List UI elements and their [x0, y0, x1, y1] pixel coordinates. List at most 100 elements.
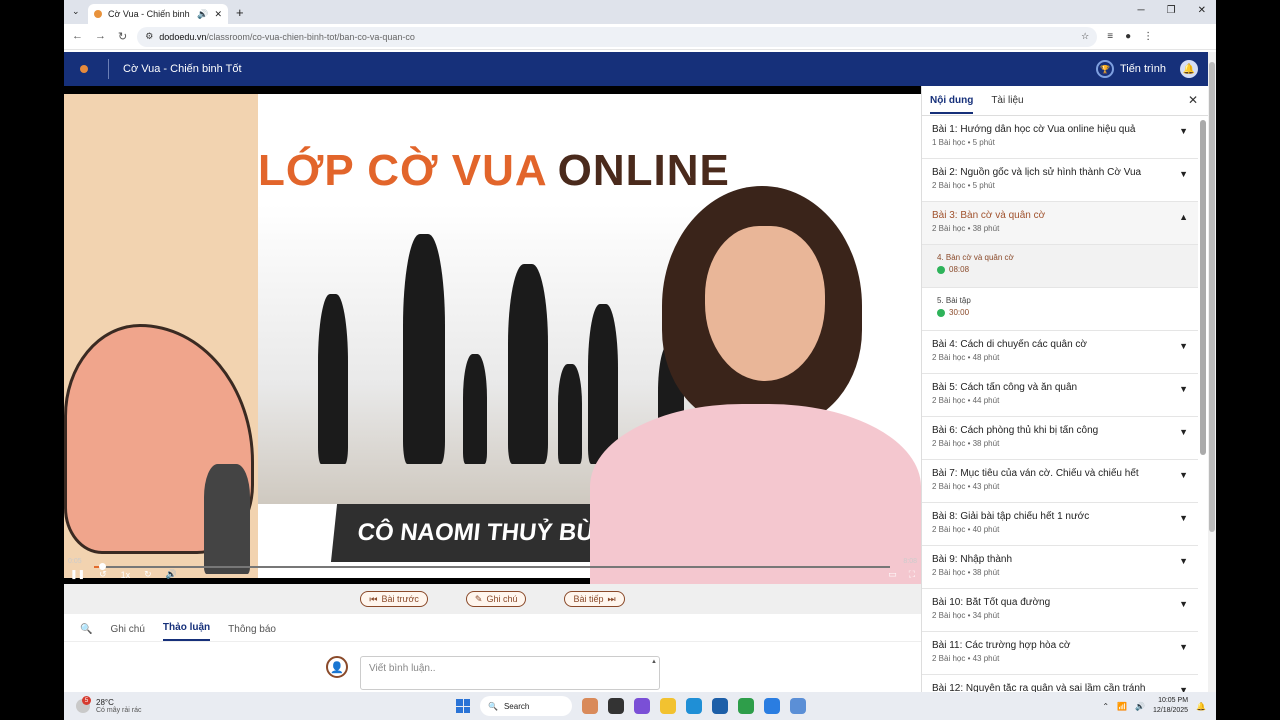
lesson-item[interactable]: Bài 7: Mục tiêu của ván cờ. Chiếu và chi…	[922, 460, 1198, 503]
fullscreen-icon[interactable]: ⛶	[909, 569, 915, 580]
url-field[interactable]: ⚙ dodoedu.vn/classroom/co-vua-chien-binh…	[137, 26, 1098, 47]
window-controls: ─ ❐ ✕	[1138, 5, 1206, 16]
extension-icon[interactable]: ●	[1125, 31, 1131, 42]
discussion-tabs: 🔍 Ghi chú Thảo luận Thông báo	[64, 614, 921, 642]
page-scrollbar[interactable]	[1208, 52, 1216, 692]
tab-strip: ⌄ Cờ Vua - Chiến binh Tốt 🔊 ✕ + ─ ❐ ✕	[64, 0, 1216, 24]
close-window-icon[interactable]: ✕	[1198, 5, 1206, 16]
site-info-icon[interactable]: ⚙	[145, 31, 153, 42]
sublesson-item-current[interactable]: 4. Bàn cờ và quân cờ 08:08	[922, 245, 1198, 288]
tab-search-icon[interactable]: ⌄	[72, 6, 80, 17]
edge-icon[interactable]	[686, 698, 702, 714]
menu-icon[interactable]: ⋮	[1143, 31, 1153, 42]
check-icon	[937, 308, 945, 317]
task-view-icon[interactable]	[608, 698, 624, 714]
scroll-up-icon[interactable]: ▲	[651, 659, 657, 665]
reload-icon[interactable]: ↻	[118, 30, 127, 43]
pip-icon[interactable]: ▭	[888, 569, 897, 580]
restore-icon[interactable]: ❐	[1167, 5, 1176, 16]
comment-area: 👤 Viết bình luận.. ▲	[326, 656, 660, 690]
trophy-icon: 🏆	[1095, 60, 1114, 78]
forward-skip-icon[interactable]: ↻	[144, 569, 152, 580]
notification-icon[interactable]: 🔔	[1196, 702, 1206, 711]
tab-discussion[interactable]: Thảo luận	[162, 622, 211, 641]
video-frame: LỚP CỜ VUA ONLINE CÔ NAOMI THUỶ BÙI	[64, 94, 921, 584]
browser-tab[interactable]: Cờ Vua - Chiến binh Tốt 🔊 ✕	[88, 4, 228, 24]
next-lesson-button[interactable]: Bài tiếp ⏭	[564, 591, 625, 607]
snipping-icon[interactable]	[790, 698, 806, 714]
copilot-icon[interactable]	[634, 698, 650, 714]
address-bar-row: ← → ↻ ⚙ dodoedu.vn/classroom/co-vua-chie…	[64, 24, 1216, 50]
back-icon[interactable]: ←	[72, 30, 83, 43]
lesson-list: Bài 1: Hướng dẫn học cờ Vua online hiệu …	[922, 116, 1198, 718]
start-icon[interactable]	[456, 699, 470, 713]
comment-input[interactable]: Viết bình luận.. ▲	[360, 656, 660, 690]
lesson-item[interactable]: Bài 11: Các trường hợp hòa cờ 2 Bài học •…	[922, 632, 1198, 675]
chrome-icon[interactable]	[738, 698, 754, 714]
tab-announcements[interactable]: Thông báo	[228, 624, 276, 641]
instructor-name: CÔ NAOMI THUỶ BÙI	[330, 504, 628, 562]
chevron-up-icon[interactable]: ⌃	[1102, 702, 1109, 711]
lesson-item[interactable]: Bài 2: Nguồn gốc và lịch sử hình thành C…	[922, 159, 1198, 202]
chevron-up-icon[interactable]: ▲	[1179, 212, 1188, 222]
chevron-down-icon[interactable]: ▼	[1179, 427, 1188, 437]
lesson-item[interactable]: Bài 4: Cách di chuyển các quân cờ 2 Bài h…	[922, 331, 1198, 374]
search-icon[interactable]: 🔍	[80, 624, 92, 641]
tab-notes[interactable]: Ghi chú	[110, 624, 144, 641]
notes-button[interactable]: ✎ Ghi chú	[465, 591, 527, 607]
lesson-item[interactable]: Bài 5: Cách tấn công và ăn quân 2 Bài học…	[922, 374, 1198, 417]
new-tab-button[interactable]: +	[236, 5, 244, 20]
progress-button[interactable]: 🏆 Tiến trình	[1095, 60, 1166, 78]
lesson-item[interactable]: Bài 1: Hướng dẫn học cờ Vua online hiệu …	[922, 116, 1198, 159]
lesson-item[interactable]: Bài 9: Nhập thành 2 Bài học • 38 phút ▼	[922, 546, 1198, 589]
instructor-image	[590, 186, 921, 584]
rewind-icon[interactable]: ↺	[99, 569, 107, 580]
speaker-icon[interactable]: 🔊	[197, 9, 208, 20]
progress-label: Tiến trình	[1119, 63, 1166, 75]
widget-icon[interactable]	[582, 698, 598, 714]
bookmark-star-icon[interactable]: ☆	[1081, 31, 1089, 42]
pause-icon[interactable]: ❚❚	[70, 569, 85, 580]
close-sidebar-icon[interactable]: ✕	[1188, 93, 1198, 107]
chevron-down-icon[interactable]: ▼	[1179, 642, 1188, 652]
media-controls-icon[interactable]: ≡	[1107, 31, 1113, 42]
sidebar-scrollbar[interactable]	[1200, 120, 1206, 686]
volume-icon[interactable]: 🔊	[1135, 702, 1145, 711]
notification-bell-icon[interactable]: 🔔	[1180, 60, 1198, 78]
chevron-down-icon[interactable]: ▼	[1179, 169, 1188, 179]
temperature: 28°C	[96, 698, 114, 707]
weather-widget[interactable]: 5 28°C Có mây rải rác	[76, 696, 142, 714]
taskbar-search[interactable]: 🔍 Search	[480, 696, 572, 716]
check-icon	[937, 265, 945, 274]
cloud-icon: 5	[76, 696, 91, 713]
file-explorer-icon[interactable]	[660, 698, 676, 714]
tab-content[interactable]: Nội dung	[930, 87, 974, 114]
chevron-down-icon[interactable]: ▼	[1179, 341, 1188, 351]
chevron-down-icon[interactable]: ▼	[1179, 470, 1188, 480]
lesson-item[interactable]: Bài 8: Giải bài tập chiếu hết 1 nước 2 Bà…	[922, 503, 1198, 546]
seek-bar[interactable]	[94, 563, 890, 570]
chevron-down-icon[interactable]: ▼	[1179, 599, 1188, 609]
sublesson-item[interactable]: 5. Bài tập 30:00	[922, 288, 1198, 331]
close-tab-icon[interactable]: ✕	[214, 9, 222, 20]
lesson-item[interactable]: Bài 6: Cách phòng thủ khi bị tấn công 2 B…	[922, 417, 1198, 460]
chevron-down-icon[interactable]: ▼	[1179, 126, 1188, 136]
volume-icon[interactable]: 🔊	[166, 569, 177, 580]
lesson-item[interactable]: Bài 10: Bắt Tốt qua đường 2 Bài học • 34 …	[922, 589, 1198, 632]
speed-button[interactable]: 1x	[121, 570, 131, 580]
zalo-icon[interactable]	[764, 698, 780, 714]
forward-icon[interactable]: →	[95, 30, 106, 43]
store-icon[interactable]	[712, 698, 728, 714]
prev-lesson-button[interactable]: ⏮ Bài trước	[360, 591, 428, 607]
logo-icon[interactable]	[80, 65, 88, 73]
tab-documents[interactable]: Tài liệu	[991, 95, 1023, 106]
lesson-item-active[interactable]: Bài 3: Bàn cờ và quân cờ 2 Bài học • 38 p…	[922, 202, 1198, 245]
clock[interactable]: 10:05 PM 12/18/2025	[1153, 696, 1188, 716]
windows-taskbar: 5 28°C Có mây rải rác 🔍 Search ⌃ 📶 🔊 10:…	[64, 692, 1216, 720]
chevron-down-icon[interactable]: ▼	[1179, 513, 1188, 523]
minimize-icon[interactable]: ─	[1138, 5, 1145, 16]
network-icon[interactable]: 📶	[1117, 702, 1127, 711]
chevron-down-icon[interactable]: ▼	[1179, 384, 1188, 394]
chevron-down-icon[interactable]: ▼	[1179, 556, 1188, 566]
video-player[interactable]: LỚP CỜ VUA ONLINE CÔ NAOMI THUỶ BÙI 0:05 …	[64, 86, 921, 584]
